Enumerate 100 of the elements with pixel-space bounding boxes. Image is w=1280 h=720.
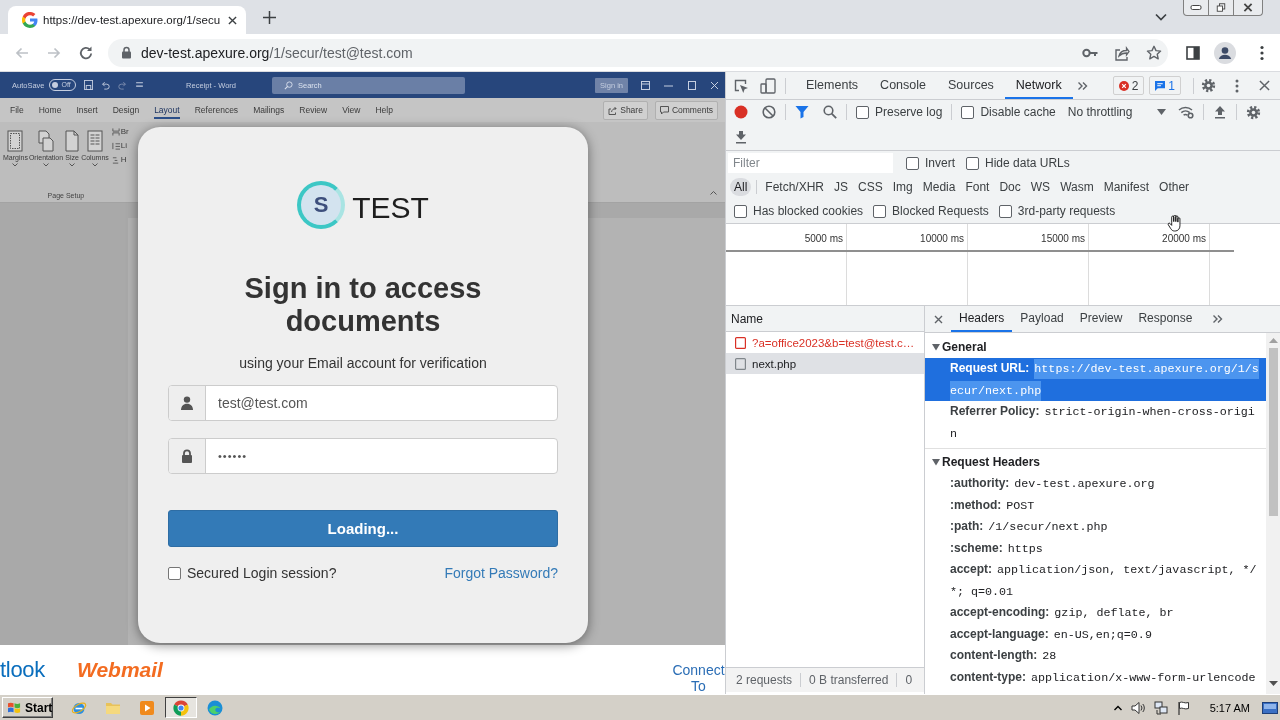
close-icon[interactable] [1259,80,1270,91]
ribbon-tab[interactable]: Layout [154,101,180,119]
devtools-tab[interactable]: Elements [795,72,870,99]
request-row[interactable]: ?a=office2023&b=test@test.c… [726,332,924,353]
type-filter-tab[interactable]: Fetch/XHR [761,178,829,196]
ribbon-tab[interactable]: File [10,101,24,119]
ribbon-tab[interactable]: Home [38,101,62,119]
type-filter-tab[interactable]: Img [888,178,917,196]
filter-icon[interactable] [795,105,809,119]
ban-icon[interactable] [762,105,776,119]
email-field[interactable]: test@test.com [168,385,558,421]
flag-icon[interactable] [1176,700,1191,715]
cursor-square-icon[interactable] [733,77,749,94]
type-filter-tab[interactable]: WS [1026,178,1055,196]
ribbon-tab[interactable]: Insert [76,101,98,119]
start-button[interactable]: Start [2,697,53,718]
double-chevron-icon[interactable] [1212,314,1224,324]
down-arrow-icon[interactable] [1268,681,1278,686]
section-header[interactable]: General [925,336,1266,358]
ribbon-tab[interactable]: Mailings [253,101,285,119]
comments-button[interactable]: Comments [654,100,718,120]
wifi-gear-icon[interactable] [1177,105,1194,119]
detail-tab[interactable]: Payload [1012,306,1072,332]
address-bar[interactable]: dev-test.apexure.org/1/secur/test@test.com [108,38,1168,67]
type-filter-tab[interactable]: Media [918,178,960,196]
window-icon[interactable] [641,80,650,90]
double-line-icon[interactable] [134,80,144,90]
column-header[interactable]: Name [726,306,924,332]
settings-icon[interactable] [1245,104,1261,120]
ribbon-tab[interactable]: References [194,101,239,119]
ribbon-item-label[interactable]: Br [120,127,129,136]
ribbon-tab[interactable]: View [342,101,361,119]
browser-tab[interactable]: https://dev-test.apexure.org/1/secu [8,6,246,34]
checkbox[interactable] [873,204,887,218]
profile-avatar-icon[interactable] [1214,41,1236,64]
ribbon-tab[interactable]: Help [375,101,393,119]
star-icon[interactable] [1146,44,1162,61]
checkbox[interactable] [998,204,1012,218]
scrollbar-thumb[interactable] [1268,348,1278,516]
detail-tab[interactable]: Response [1130,306,1201,332]
devtools-tab[interactable]: Sources [937,72,1005,99]
plus-icon[interactable] [263,10,276,24]
share-icon[interactable] [1114,44,1130,61]
type-filter-tab[interactable]: CSS [854,178,887,196]
submit-button[interactable]: Loading... [168,510,558,547]
throttling-select[interactable]: No throttling [1067,105,1166,119]
record-icon[interactable] [734,105,748,119]
close-icon[interactable] [228,15,237,25]
type-filter-tab[interactable]: JS [830,178,853,196]
share-button[interactable]: Share [603,100,648,120]
connect-link[interactable]: Connect To [672,662,725,694]
checkbox[interactable] [966,156,979,170]
type-filter-tab[interactable]: Doc [995,178,1025,196]
error-count-badge[interactable]: 2 [1112,76,1145,95]
side-panel-icon[interactable] [1186,45,1200,60]
message-count-badge[interactable]: 1 [1149,76,1181,95]
ribbon-item-label[interactable]: Li [120,141,127,150]
forgot-password-link[interactable]: Forgot Password? [444,565,558,581]
checkbox[interactable] [734,204,747,218]
ribbon-tab[interactable]: Design [112,101,140,119]
scrollbar[interactable] [1266,333,1280,694]
more-options-icon[interactable] [1235,78,1239,93]
search-icon[interactable] [823,105,837,119]
checkbox[interactable] [961,105,975,119]
checkbox[interactable] [906,156,919,170]
taskbar-button[interactable] [165,697,197,718]
close-icon[interactable] [934,314,943,324]
restore-button[interactable] [1208,0,1234,16]
type-filter-tab[interactable]: Font [961,178,994,196]
download-icon[interactable] [734,130,748,144]
devtools-tab[interactable]: Console [869,72,937,99]
settings-icon[interactable] [1201,78,1216,93]
show-desktop-icon[interactable] [1262,700,1278,715]
detail-tab[interactable]: Preview [1071,306,1131,332]
upload-icon[interactable] [1212,105,1227,119]
type-filter-tab[interactable]: All [730,178,752,196]
network-icon[interactable] [1153,700,1168,715]
type-filter-tab[interactable]: Manifest [1099,178,1154,196]
caret-up-icon[interactable] [710,191,717,195]
menu-icon[interactable] [1260,44,1264,61]
speaker-icon[interactable] [1130,700,1145,715]
filter-field[interactable]: Filter [728,153,893,173]
type-filter-tab[interactable]: Other [1155,178,1194,196]
checkbox[interactable] [168,566,181,580]
maximize-icon[interactable] [687,80,696,90]
close-button[interactable] [1233,0,1263,16]
request-row[interactable]: next.php [726,353,924,374]
section-header[interactable]: Request Headers [925,451,1266,473]
chevron-down-icon[interactable] [1155,13,1167,21]
ribbon-tab[interactable]: Review [299,101,328,119]
detail-tab[interactable]: Headers [951,306,1013,332]
ribbon-item-label[interactable]: H [120,155,127,164]
type-filter-tab[interactable]: Wasm [1056,178,1098,196]
devices-icon[interactable] [760,77,776,94]
password-field[interactable]: •••••• [168,438,558,474]
chevron-up-icon[interactable] [1113,704,1122,711]
double-chevron-icon[interactable] [1076,80,1088,91]
checkbox[interactable] [856,105,869,119]
reload-icon[interactable] [78,44,94,61]
minimize-button[interactable] [1183,0,1209,16]
